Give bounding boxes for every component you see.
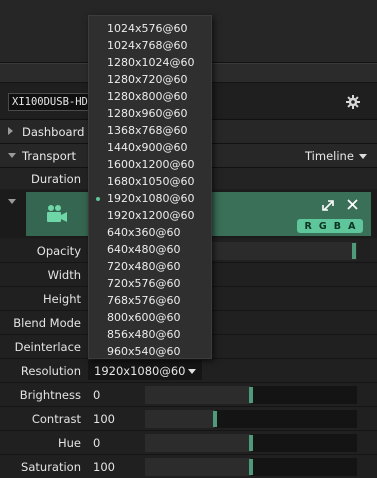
channel-toggle[interactable]: R xyxy=(305,221,312,232)
param-label: Resolution xyxy=(20,364,81,378)
param-label: Brightness xyxy=(19,388,81,402)
chevron-down-icon[interactable] xyxy=(359,154,367,159)
hue-value[interactable]: 0 xyxy=(93,436,100,450)
contrast-value[interactable]: 100 xyxy=(93,412,115,426)
resolution-option[interactable]: 960x540@60 xyxy=(89,343,211,360)
param-label: Contrast xyxy=(31,412,81,426)
resolution-select[interactable]: 1920x1080@60 xyxy=(88,360,202,380)
resolution-option[interactable]: 1600x1200@60 xyxy=(89,156,211,173)
channel-toggles[interactable]: RGBA xyxy=(297,219,363,233)
resolution-option[interactable]: 640x480@60 xyxy=(89,241,211,258)
clip-thumbnail[interactable] xyxy=(26,192,88,236)
param-label: Width xyxy=(47,268,81,282)
slider-handle[interactable] xyxy=(249,435,253,451)
param-row-contrast: Contrast 100 xyxy=(0,407,377,431)
resolution-options: 1024x576@60 1024x768@60 1280x1024@60 1280x7… xyxy=(89,20,211,360)
collapse-arrow-icon[interactable] xyxy=(8,199,16,204)
expand-icon xyxy=(322,200,334,211)
resolution-option[interactable]: 800x600@60 xyxy=(89,309,211,326)
channel-toggle[interactable]: B xyxy=(334,221,341,232)
resolution-option[interactable]: 1920x1080@60 xyxy=(89,190,211,207)
brightness-value[interactable]: 0 xyxy=(93,388,100,402)
resolution-option[interactable]: 1280x720@60 xyxy=(89,71,211,88)
resolution-option[interactable]: 1024x576@60 xyxy=(89,20,211,37)
resolution-option[interactable]: 640x360@60 xyxy=(89,224,211,241)
resolution-dropdown: 1024x576@60 1024x768@60 1280x1024@60 1280x7… xyxy=(88,15,212,359)
resolution-option[interactable]: 856x480@60 xyxy=(89,326,211,343)
brightness-slider[interactable] xyxy=(145,386,357,404)
param-label: Opacity xyxy=(36,244,81,258)
resolution-option[interactable]: 720x576@60 xyxy=(89,275,211,292)
hue-slider[interactable] xyxy=(145,434,357,452)
param-row-brightness: Brightness 0 xyxy=(0,383,377,407)
param-label: Height xyxy=(42,292,81,306)
section-label: Transport xyxy=(22,149,76,163)
device-name-field[interactable]: XI100DUSB-HDMI xyxy=(8,93,90,111)
timeline-select[interactable]: Timeline xyxy=(305,149,354,163)
contrast-slider[interactable] xyxy=(145,410,357,428)
param-label: Deinterlace xyxy=(14,340,81,354)
close-icon xyxy=(347,199,358,210)
param-row-hue: Hue 0 xyxy=(0,431,377,455)
param-label: Blend Mode xyxy=(13,316,81,330)
param-row-saturation: Saturation 100 xyxy=(0,455,377,478)
section-label: Dashboard xyxy=(22,125,85,139)
saturation-value[interactable]: 100 xyxy=(93,460,115,474)
collapse-arrow-icon xyxy=(8,153,16,158)
param-label: Saturation xyxy=(21,460,81,474)
gear-icon[interactable] xyxy=(345,94,361,110)
resolution-value: 1920x1080@60 xyxy=(94,364,186,378)
resolution-option[interactable]: 768x576@60 xyxy=(89,292,211,309)
channel-toggle[interactable]: G xyxy=(319,221,327,232)
slider-handle[interactable] xyxy=(249,459,253,475)
saturation-slider[interactable] xyxy=(145,458,357,476)
resolution-option[interactable]: 1680x1050@60 xyxy=(89,173,211,190)
resolution-option[interactable]: 1280x800@60 xyxy=(89,88,211,105)
expand-arrow-icon xyxy=(8,127,13,135)
chevron-down-icon xyxy=(188,369,196,374)
resolution-option[interactable]: 1920x1200@60 xyxy=(89,207,211,224)
slider-handle[interactable] xyxy=(213,411,217,427)
video-camera-icon xyxy=(47,205,67,222)
clip-actions xyxy=(322,199,358,211)
resolution-option[interactable]: 1440x900@60 xyxy=(89,139,211,156)
param-label: Hue xyxy=(57,436,81,450)
slider-handle[interactable] xyxy=(352,243,356,259)
resolution-option[interactable]: 720x480@60 xyxy=(89,258,211,275)
selected-bullet-icon xyxy=(96,197,100,201)
channel-toggle[interactable]: A xyxy=(348,221,355,232)
slider-handle[interactable] xyxy=(249,387,253,403)
duration-label: Duration xyxy=(31,172,81,186)
resolution-option[interactable]: 1024x768@60 xyxy=(89,37,211,54)
app-root: XI100DUSB-HDMI Dashboard Transport Timel… xyxy=(0,0,377,478)
resolution-option[interactable]: 1280x1024@60 xyxy=(89,54,211,71)
resolution-option[interactable]: 1368x768@60 xyxy=(89,122,211,139)
resolution-option[interactable]: 1280x960@60 xyxy=(89,105,211,122)
